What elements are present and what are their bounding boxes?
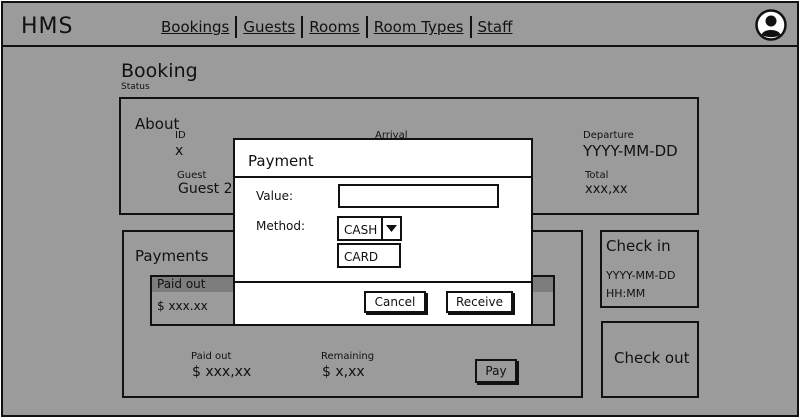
cancel-button[interactable]: Cancel: [364, 291, 426, 313]
value-input[interactable]: [338, 184, 499, 208]
page-subtitle: Status: [121, 82, 150, 92]
receive-button[interactable]: Receive: [446, 291, 513, 313]
paid-out-label: Paid out: [191, 351, 232, 362]
check-in-title: Check in: [606, 237, 671, 255]
id-value: x: [175, 143, 184, 159]
total-value: xxx,xx: [585, 182, 628, 197]
payment-dialog: Payment Value: Method: CASH CARD Cancel …: [233, 138, 533, 326]
guest-value: Guest 2: [178, 181, 233, 197]
check-in-date: YYYY-MM-DD: [606, 269, 676, 282]
check-in-time: HH:MM: [606, 287, 646, 300]
method-label: Method:: [256, 219, 306, 233]
method-select[interactable]: CASH: [337, 216, 383, 241]
main-nav: Bookings Guests Rooms Room Types Staff: [155, 16, 518, 38]
caret-down-icon[interactable]: [381, 216, 402, 241]
user-avatar-icon[interactable]: [755, 9, 787, 41]
about-title: About: [135, 115, 180, 133]
departure-label: Departure: [583, 130, 634, 141]
check-out-label: Check out: [614, 349, 690, 367]
nav-staff[interactable]: Staff: [472, 18, 519, 36]
dialog-divider: [235, 281, 531, 283]
method-option-card[interactable]: CARD: [337, 243, 401, 268]
value-label: Value:: [256, 189, 293, 203]
nav-guests[interactable]: Guests: [237, 18, 301, 36]
departure-value: YYYY-MM-DD: [583, 142, 678, 160]
app-window: HMS Bookings Guests Rooms Room Types Sta…: [1, 1, 799, 417]
total-label: Total: [585, 170, 609, 181]
app-logo: HMS: [21, 14, 74, 39]
page-title: Booking: [121, 60, 198, 82]
remaining-label: Remaining: [321, 351, 375, 362]
dialog-title: Payment: [248, 152, 314, 170]
id-label: ID: [175, 130, 186, 141]
nav-room-types[interactable]: Room Types: [368, 18, 470, 36]
dialog-divider: [235, 176, 531, 178]
nav-bookings[interactable]: Bookings: [155, 18, 235, 36]
payments-title: Payments: [135, 247, 209, 265]
guest-label: Guest: [177, 170, 207, 181]
remaining-value: $ x,xx: [322, 364, 365, 380]
pay-button[interactable]: Pay: [475, 359, 517, 383]
nav-rooms[interactable]: Rooms: [303, 18, 366, 36]
table-row[interactable]: $ xxx.xx: [157, 299, 208, 313]
paid-out-value: $ xxx,xx: [192, 364, 252, 380]
